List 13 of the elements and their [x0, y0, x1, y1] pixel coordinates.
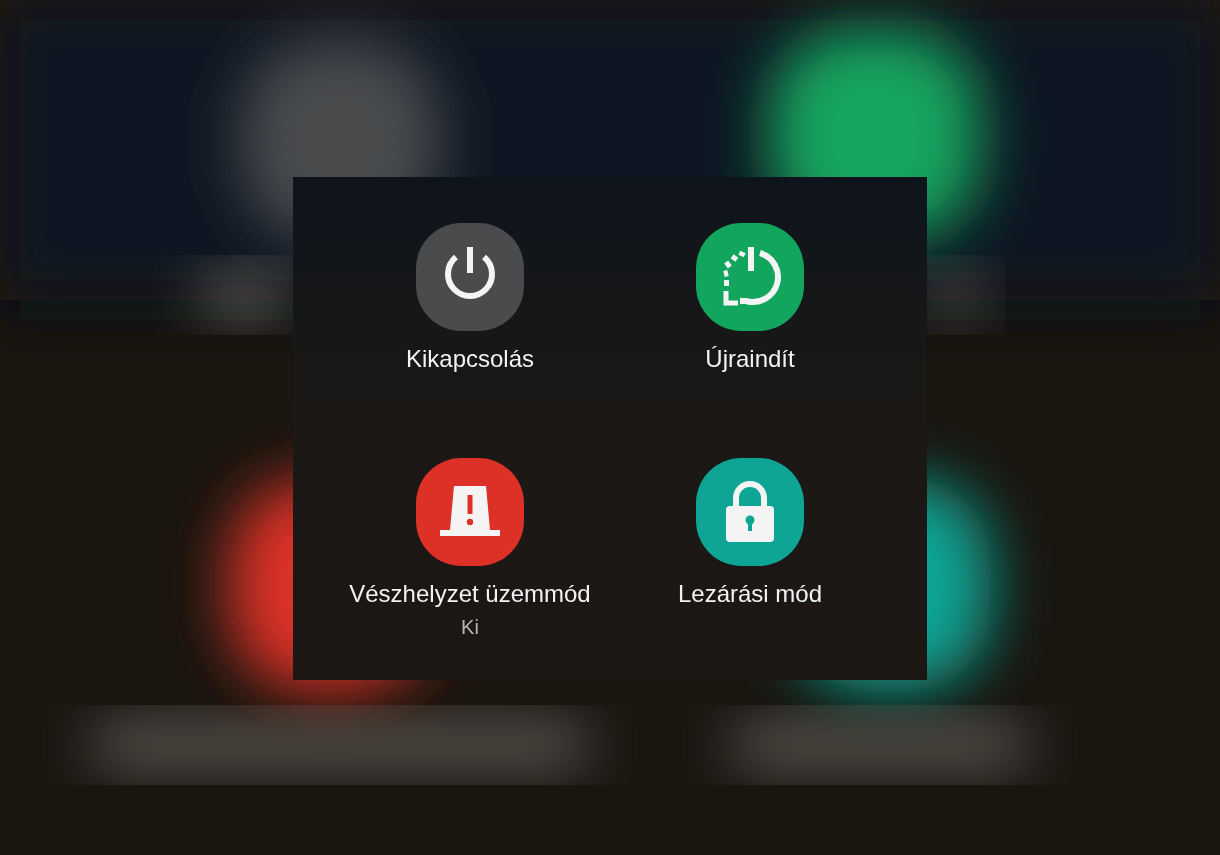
action-label: Vészhelyzet üzemmód [349, 580, 591, 608]
power-icon [445, 247, 495, 299]
restart-button[interactable] [696, 223, 804, 331]
emergency-button[interactable] [416, 458, 524, 566]
action-label: Lezárási mód [677, 580, 823, 608]
power-button[interactable] [416, 223, 524, 331]
restart-icon [723, 247, 781, 306]
siren-icon [440, 486, 500, 536]
status-text: Ki [461, 616, 479, 639]
lock-icon [726, 481, 774, 542]
lock-button[interactable] [696, 458, 804, 566]
action-label: Kikapcsolás [405, 345, 535, 373]
action-label: Újraindít [705, 345, 795, 373]
